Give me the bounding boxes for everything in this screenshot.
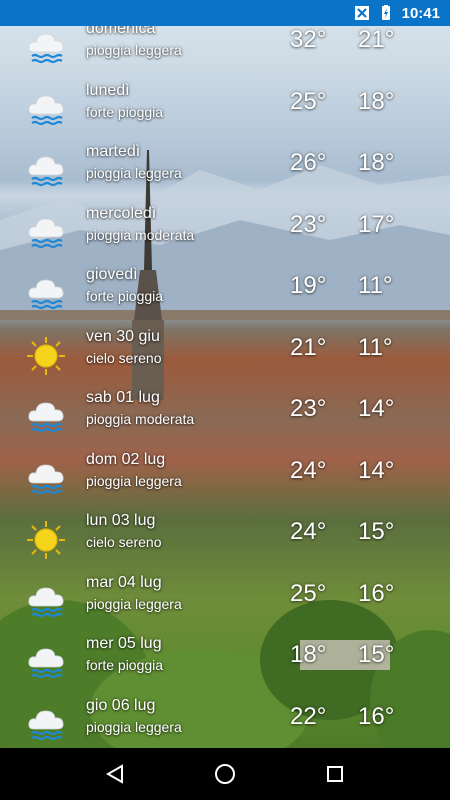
forecast-row[interactable]: lun 03 lug cielo sereno 24° 15° [0,512,450,574]
forecast-max-temp: 32° [290,26,327,53]
forecast-max-temp: 23° [290,395,327,422]
status-time: 10:41 [401,4,440,22]
forecast-day: giovedì [86,266,138,283]
forecast-min-temp: 11° [358,272,393,299]
back-icon [105,764,123,784]
sun-icon [26,336,66,376]
forecast-min-temp: 16° [358,579,395,607]
forecast-condition: pioggia leggera [86,595,182,612]
forecast-max-temp: 21° [290,333,327,361]
forecast-min-temp: 21° [358,26,395,53]
rain-cloud-icon [26,643,66,683]
rain-cloud-icon [26,459,66,499]
navigation-bar [0,748,450,800]
forecast-max-temp: 25° [290,87,327,115]
forecast-min-temp: 17° [358,210,395,238]
rain-cloud-icon [26,151,66,191]
forecast-condition: pioggia moderata [86,226,195,243]
forecast-row[interactable]: mar 04 lug pioggia leggera 25° 16° [0,574,450,636]
forecast-row[interactable]: giovedì forte pioggia 19° 11° [0,266,450,328]
forecast-row[interactable]: sab 01 lug pioggia moderata 23° 14° [0,389,450,451]
battery-charging-icon [381,5,390,20]
forecast-min-temp: 16° [358,702,395,730]
rain-cloud-icon [26,397,66,437]
forecast-max-temp: 19° [290,272,327,299]
recents-icon [327,766,343,782]
forecast-day: lun 03 lug [86,512,156,529]
home-icon [215,764,235,784]
forecast-row[interactable]: mer 05 lug forte pioggia 18° 15° [0,635,450,697]
forecast-condition: forte pioggia [86,103,164,120]
forecast-day: sab 01 lug [86,389,160,406]
back-button[interactable] [101,760,129,788]
status-bar: 10:41 [0,0,450,26]
forecast-min-temp: 15° [358,641,395,668]
forecast-day: ven 30 giu [86,327,160,345]
forecast-max-temp: 24° [290,518,327,545]
forecast-row[interactable]: mercoledì pioggia moderata 23° 17° [0,205,450,267]
forecast-min-temp: 15° [358,518,395,545]
sun-icon [26,520,66,560]
forecast-min-temp: 14° [358,395,395,422]
forecast-condition: forte pioggia [86,288,164,304]
forecast-condition: pioggia leggera [86,718,182,735]
rain-cloud-icon [26,582,66,622]
forecast-day: mar 04 lug [86,573,162,591]
forecast-row[interactable]: lunedì forte pioggia 25° 18° [0,82,450,144]
forecast-day: gio 06 lug [86,696,156,714]
forecast-condition: pioggia moderata [86,411,195,427]
forecast-min-temp: 18° [358,149,395,176]
rain-cloud-icon [26,90,66,130]
forecast-day: mercoledì [86,204,157,222]
forecast-condition: pioggia leggera [86,472,182,489]
forecast-max-temp: 22° [290,702,327,730]
close-box-icon [354,6,369,20]
forecast-condition: forte pioggia [86,657,164,673]
forecast-day: dom 02 lug [86,450,166,468]
forecast-min-temp: 11° [358,333,393,361]
forecast-row[interactable]: domenica pioggia leggera 32° 21° [0,26,450,82]
forecast-min-temp: 18° [358,87,395,115]
rain-cloud-icon [26,705,66,745]
forecast-condition: pioggia leggera [86,42,182,58]
forecast-day: mer 05 lug [86,635,162,652]
forecast-condition: pioggia leggera [86,165,182,181]
forecast-max-temp: 26° [290,149,327,176]
forecast-max-temp: 25° [290,579,327,607]
forecast-day: martedì [86,143,141,160]
forecast-list[interactable]: domenica pioggia leggera 32° 21° lunedì fort… [0,26,450,748]
forecast-max-temp: 24° [290,456,327,484]
forecast-row[interactable]: dom 02 lug pioggia leggera 24° 14° [0,451,450,513]
forecast-row[interactable]: martedì pioggia leggera 26° 18° [0,143,450,205]
forecast-condition: cielo sereno [86,349,162,366]
forecast-row[interactable]: gio 06 lug pioggia leggera 22° 16° [0,697,450,749]
forecast-min-temp: 14° [358,456,395,484]
rain-cloud-icon [26,274,66,314]
forecast-day: domenica [86,26,156,37]
forecast-row[interactable]: ven 30 giu cielo sereno 21° 11° [0,328,450,390]
forecast-max-temp: 23° [290,210,327,238]
rain-cloud-icon [26,213,66,253]
home-button[interactable] [211,760,239,788]
forecast-max-temp: 18° [290,641,327,668]
recents-button[interactable] [321,760,349,788]
forecast-day: lunedì [86,81,130,99]
forecast-condition: cielo sereno [86,534,162,550]
rain-cloud-icon [26,28,66,68]
